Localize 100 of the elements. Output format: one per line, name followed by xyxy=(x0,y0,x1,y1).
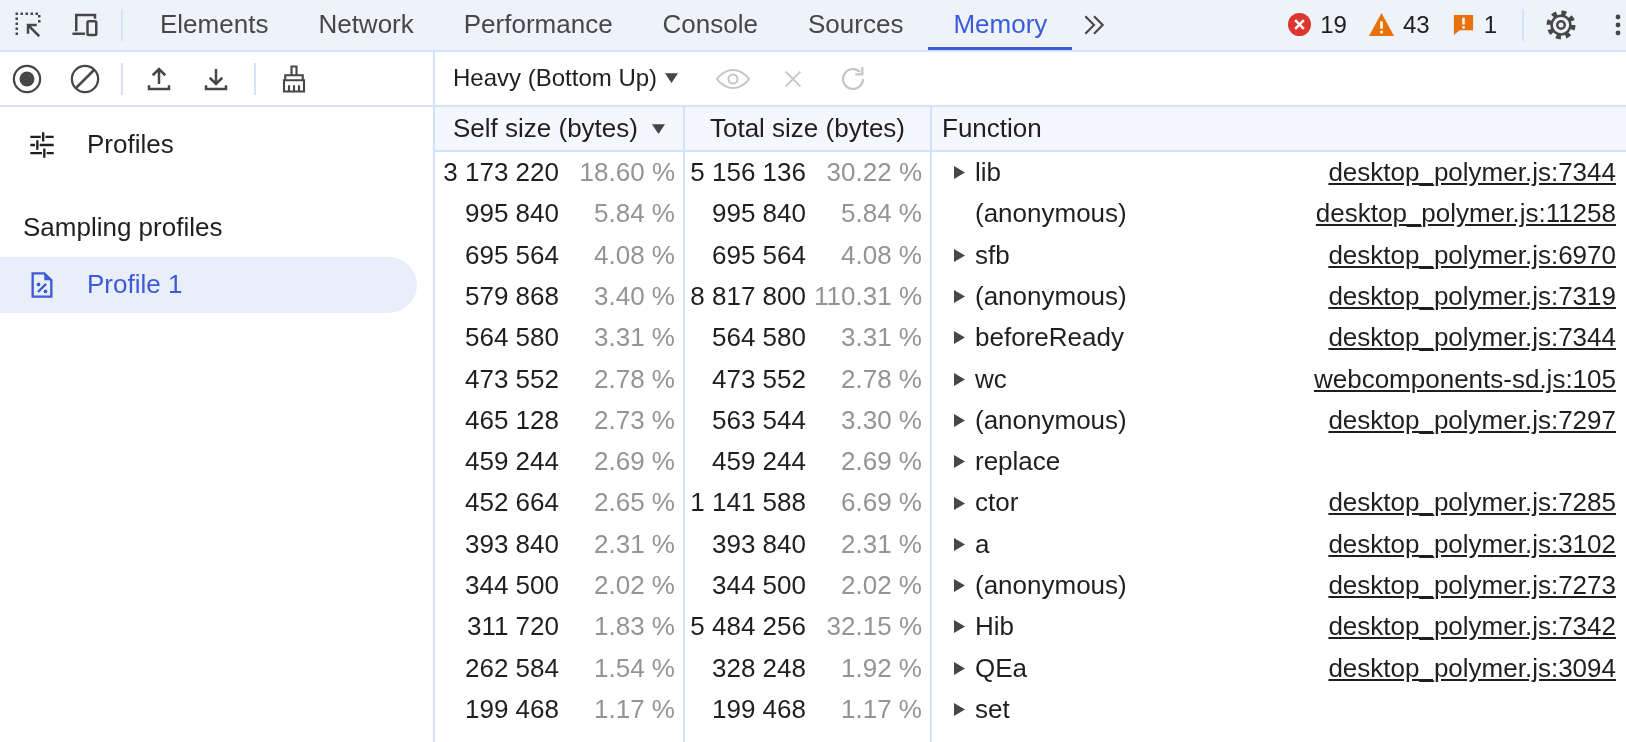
self-size-value: 459 244 xyxy=(465,446,559,478)
self-size-value: 199 468 xyxy=(465,693,559,726)
column-header[interactable]: Function xyxy=(932,107,1626,150)
record-icon[interactable] xyxy=(12,63,42,94)
total-size-percent: 3.31 % xyxy=(841,322,922,354)
caret-icon xyxy=(665,73,679,84)
source-link[interactable]: desktop_polymer.js:7344 xyxy=(1328,322,1616,354)
sort-caret-icon xyxy=(651,123,665,134)
total-size-value: 344 500 xyxy=(712,570,806,602)
self-size-percent: 18.60 % xyxy=(579,157,675,189)
total-size-value: 995 840 xyxy=(712,198,806,230)
function-name: lib xyxy=(975,157,1001,189)
issue-count-button[interactable]: 1 xyxy=(1451,10,1497,40)
warning-count-button[interactable]: 43 xyxy=(1368,10,1430,40)
panel-tab[interactable]: Sources xyxy=(783,0,929,50)
total-size-percent: 2.02 % xyxy=(841,570,922,602)
source-link[interactable]: desktop_polymer.js:7285 xyxy=(1328,487,1616,519)
total-size-percent: 2.69 % xyxy=(841,446,922,478)
total-size-value: 563 544 xyxy=(712,404,806,436)
warning-icon xyxy=(1368,12,1394,38)
source-link[interactable]: desktop_polymer.js:7344 xyxy=(1328,157,1616,189)
self-size-percent: 2.78 % xyxy=(594,363,675,395)
source-link[interactable]: desktop_polymer.js:6970 xyxy=(1328,239,1616,271)
column-header[interactable]: Total size (bytes) xyxy=(685,107,932,150)
expand-triangle-icon[interactable] xyxy=(954,413,965,427)
expand-triangle-icon[interactable] xyxy=(954,166,965,180)
source-link[interactable]: desktop_polymer.js:11258 xyxy=(1315,198,1616,230)
self-size-percent: 1.17 % xyxy=(594,693,675,726)
source-link[interactable]: desktop_polymer.js:7273 xyxy=(1328,570,1616,602)
clear-icon[interactable] xyxy=(70,63,100,94)
self-size-percent: 3.40 % xyxy=(594,280,675,313)
source-link[interactable]: webcomponents-sd.js:105 xyxy=(1313,363,1616,395)
function-name: (anonymous) xyxy=(975,404,1127,436)
total-size-value: 393 840 xyxy=(712,528,806,560)
source-link[interactable]: desktop_polymer.js:7319 xyxy=(1328,280,1616,313)
self-size-percent: 1.54 % xyxy=(594,652,675,684)
total-size-value: 328 248 xyxy=(712,652,806,684)
self-size-percent: 2.31 % xyxy=(594,528,675,560)
self-size-value: 473 552 xyxy=(465,363,559,395)
panel-tab[interactable]: Memory xyxy=(928,0,1073,50)
total-size-percent: 1.17 % xyxy=(841,693,922,726)
total-size-percent: 5.84 % xyxy=(841,198,922,230)
expand-triangle-icon[interactable] xyxy=(954,579,965,593)
expand-triangle-icon[interactable] xyxy=(954,455,965,469)
total-size-value: 8 817 800 xyxy=(690,280,806,313)
view-select[interactable]: Heavy (Bottom Up) xyxy=(453,64,679,93)
error-count-button[interactable]: 19 xyxy=(1288,10,1347,40)
expand-triangle-icon[interactable] xyxy=(954,703,965,716)
self-size-value: 344 500 xyxy=(465,570,559,602)
self-size-percent: 2.69 % xyxy=(594,446,675,478)
expand-triangle-icon[interactable] xyxy=(954,331,965,345)
total-size-value: 1 141 588 xyxy=(690,487,806,519)
total-size-percent: 32.15 % xyxy=(826,611,922,643)
total-size-percent: 2.31 % xyxy=(841,528,922,560)
settings-icon[interactable] xyxy=(1546,10,1576,40)
function-name: (anonymous) xyxy=(975,280,1127,313)
self-size-value: 564 580 xyxy=(465,322,559,354)
self-size-value: 393 840 xyxy=(465,528,559,560)
function-name: a xyxy=(975,528,990,560)
panel-tab[interactable]: Network xyxy=(293,0,439,50)
source-link[interactable]: desktop_polymer.js:7297 xyxy=(1328,404,1616,436)
self-size-value: 995 840 xyxy=(465,198,559,230)
inspect-element-icon[interactable] xyxy=(13,10,43,40)
total-size-value: 459 244 xyxy=(712,446,806,478)
source-link[interactable]: desktop_polymer.js:7342 xyxy=(1328,611,1616,643)
expand-triangle-icon[interactable] xyxy=(954,537,965,551)
column-header[interactable]: Self size (bytes) xyxy=(435,107,685,150)
self-size-percent: 1.83 % xyxy=(594,611,675,643)
sidebar-item[interactable]: Profile 1 xyxy=(0,257,417,313)
total-size-percent: 1.92 % xyxy=(841,652,922,684)
more-options-icon[interactable] xyxy=(1615,12,1621,38)
total-size-value: 5 156 136 xyxy=(690,157,806,189)
expand-triangle-icon[interactable] xyxy=(954,372,965,386)
total-size-percent: 2.78 % xyxy=(841,363,922,395)
function-name: sfb xyxy=(975,239,1010,271)
function-name: set xyxy=(975,693,1010,726)
panel-tab[interactable]: Console xyxy=(637,0,783,50)
expand-triangle-icon[interactable] xyxy=(954,248,965,262)
source-link[interactable]: desktop_polymer.js:3102 xyxy=(1328,528,1616,560)
expand-triangle-icon[interactable] xyxy=(954,290,965,304)
function-name: replace xyxy=(975,446,1061,478)
self-size-percent: 2.02 % xyxy=(594,570,675,602)
function-name: ctor xyxy=(975,487,1019,519)
panel-tab[interactable]: Elements xyxy=(135,0,294,50)
total-size-value: 695 564 xyxy=(712,239,806,271)
expand-triangle-icon[interactable] xyxy=(954,620,965,634)
self-size-value: 695 564 xyxy=(465,239,559,271)
sidebar-item[interactable]: Profiles xyxy=(0,117,417,173)
expand-triangle-icon[interactable] xyxy=(954,496,965,510)
self-size-value: 311 720 xyxy=(466,611,559,643)
expand-triangle-icon[interactable] xyxy=(954,661,965,675)
panel-tab[interactable]: Performance xyxy=(438,0,638,50)
total-size-value: 564 580 xyxy=(712,322,806,354)
self-size-value: 3 173 220 xyxy=(443,157,559,189)
source-link[interactable]: desktop_polymer.js:3094 xyxy=(1328,652,1616,684)
total-size-percent: 110.31 % xyxy=(814,280,922,313)
total-size-percent: 6.69 % xyxy=(841,487,922,519)
self-size-value: 452 664 xyxy=(465,487,559,519)
self-size-value: 262 584 xyxy=(465,652,559,684)
self-size-percent: 5.84 % xyxy=(594,198,675,230)
